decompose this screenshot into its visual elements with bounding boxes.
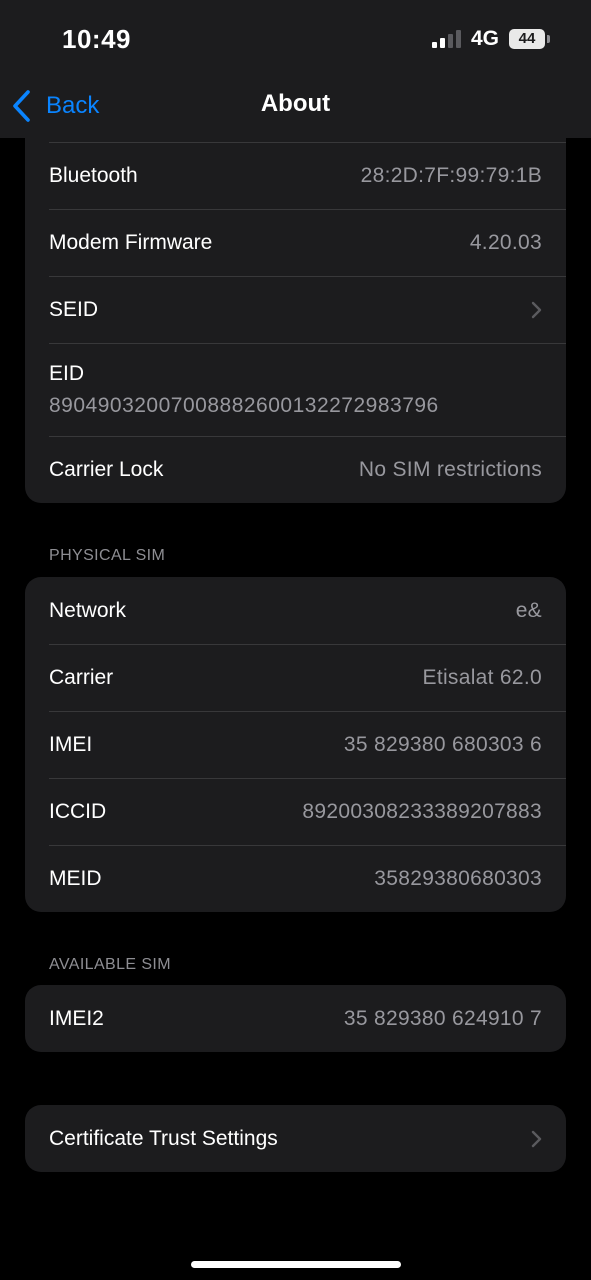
seid-row[interactable]: SEID [25, 276, 566, 343]
row-value: No SIM restrictions [358, 457, 542, 481]
imei2-row: IMEI2 35 829380 624910 7 [25, 985, 566, 1052]
row-value: Etisalat 62.0 [422, 665, 542, 689]
iccid-row: ICCID 89200308233389207883 [25, 778, 566, 845]
certificate-group: Certificate Trust Settings [25, 1105, 566, 1172]
status-time: 10:49 [62, 24, 131, 54]
network-row: Network e& [25, 577, 566, 644]
meid-row: MEID 35829380680303 [25, 845, 566, 912]
battery-tip [547, 35, 550, 43]
row-label: Modem Firmware [49, 230, 213, 254]
certificate-trust-settings-row[interactable]: Certificate Trust Settings [25, 1105, 566, 1172]
battery-icon: 44 [509, 29, 545, 49]
eid-value: 89049032007008882600132272983796 [49, 393, 439, 417]
row-value: 4.20.03 [469, 230, 542, 254]
chevron-right-icon [531, 1130, 542, 1147]
chevron-right-icon [531, 301, 542, 318]
row-value: e& [515, 598, 542, 622]
eid-row: EID 89049032007008882600132272983796 [25, 343, 566, 436]
carrier-lock-row: Carrier Lock No SIM restrictions [25, 436, 566, 503]
network-type: 4G [471, 27, 500, 50]
page-title: About [260, 90, 331, 117]
bluetooth-row: Bluetooth 28:2D:7F:99:79:1B [25, 142, 566, 209]
row-label: IMEI [49, 732, 93, 756]
row-label: Network [49, 598, 127, 622]
top-bar: 10:49 4G 44 Back About [0, 0, 591, 138]
available-sim-group: IMEI2 35 829380 624910 7 [25, 985, 566, 1052]
available-sim-header: AVAILABLE SIM [49, 956, 171, 973]
row-value: 35 829380 624910 7 [343, 1006, 542, 1030]
row-value: 35 829380 680303 6 [343, 732, 542, 756]
row-value: 28:2D:7F:99:79:1B [360, 163, 542, 187]
row-label: MEID [49, 866, 102, 890]
row-label: Carrier Lock [49, 457, 164, 481]
row-label: Carrier [49, 665, 114, 689]
about-info-group: Bluetooth 28:2D:7F:99:79:1B Modem Firmwa… [25, 75, 566, 503]
physical-sim-group: Network e& Carrier Etisalat 62.0 IMEI 35… [25, 577, 566, 912]
row-label: SEID [49, 297, 99, 321]
home-indicator[interactable] [191, 1261, 401, 1268]
carrier-row: Carrier Etisalat 62.0 [25, 644, 566, 711]
row-label: IMEI2 [49, 1006, 104, 1030]
row-label: ICCID [49, 799, 107, 823]
imei-row: IMEI 35 829380 680303 6 [25, 711, 566, 778]
row-label: Bluetooth [49, 163, 138, 187]
physical-sim-header: PHYSICAL SIM [49, 547, 166, 564]
row-label: EID [49, 361, 85, 385]
row-value: 89200308233389207883 [302, 799, 542, 823]
modem-firmware-row: Modem Firmware 4.20.03 [25, 209, 566, 276]
cellular-signal-icon [432, 30, 464, 48]
row-label: Certificate Trust Settings [49, 1126, 278, 1150]
row-value: 35829380680303 [374, 866, 542, 890]
